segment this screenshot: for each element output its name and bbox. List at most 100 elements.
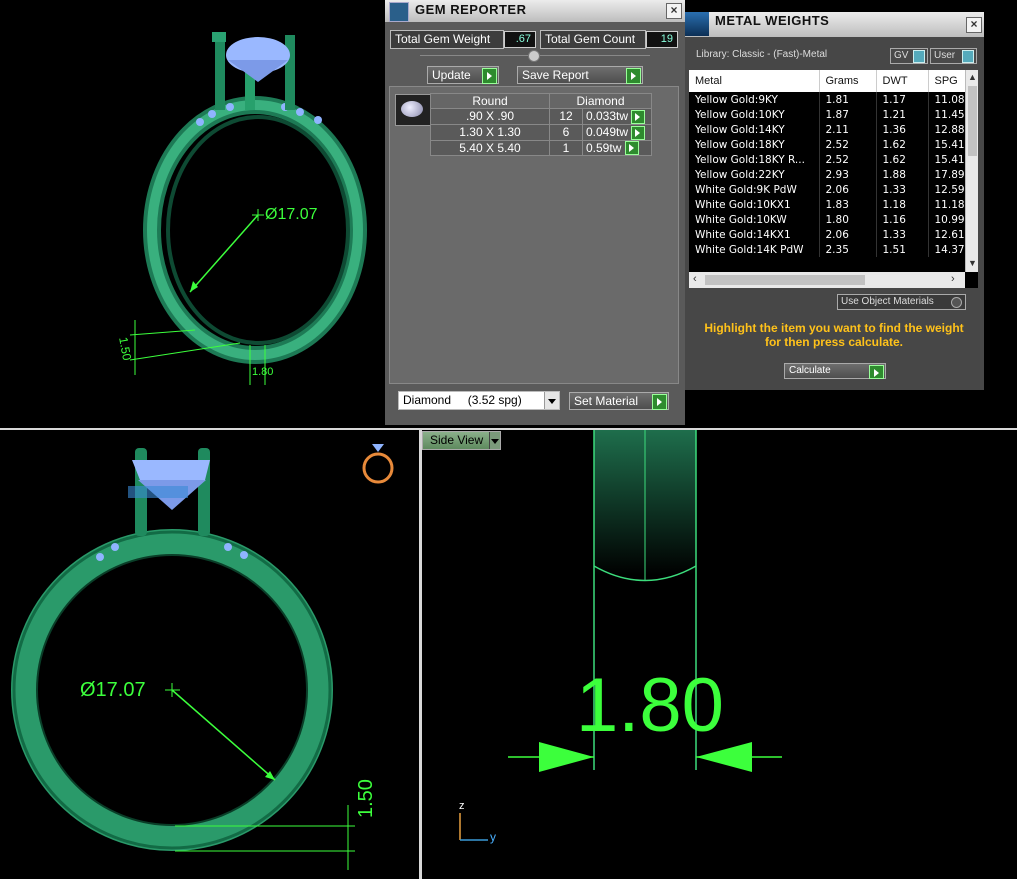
dwt-value: 1.62 [876,152,929,167]
grams-value: 2.06 [819,182,877,197]
grams-value: 1.87 [819,107,877,122]
spg-value: 17.89 [928,167,966,182]
select-gems-icon[interactable] [624,141,639,156]
user-toggle-label: User [934,50,956,61]
metal-name: White Gold:14K PdW [689,242,820,257]
metal-row[interactable]: White Gold:9K PdW 2.06 1.33 12.59 [689,182,966,197]
gem-weight: 0.033tw [582,108,652,125]
gem-table-header: Round Diamond [430,93,652,109]
grams-value: 2.35 [819,242,877,257]
gem-reporter-close-button[interactable]: × [666,3,682,19]
user-toggle[interactable]: User [930,48,977,64]
chevron-down-icon[interactable] [544,392,559,409]
use-object-materials-label: Use Object Materials [841,296,934,307]
material-select[interactable]: Diamond (3.52 spg) [398,391,560,410]
dwt-value: 1.33 [876,182,929,197]
scrollbar-thumb[interactable] [705,275,865,285]
metal-weights-titlebar[interactable]: METAL WEIGHTS × [685,12,984,37]
gv-toggle[interactable]: GV [890,48,928,64]
metal-name: White Gold:10KX1 [689,197,820,212]
gem-weight-value: 0.049tw [586,124,629,139]
gv-toggle-label: GV [894,50,909,61]
gem-reporter-title: GEM REPORTER [415,2,527,17]
spg-value: 15.41 [928,137,966,152]
calculate-hint: Highlight the item you want to find the … [704,321,964,349]
metal-row[interactable]: Yellow Gold:22KY 2.93 1.88 17.89 [689,167,966,182]
metal-vertical-scrollbar[interactable]: ▲ ▼ [965,70,978,272]
metal-table: Metal Grams DWT SPG Yellow Gold:9KY 1.81 1… [689,70,966,257]
gem-row[interactable]: 5.40 X 5.40 1 0.59tw [430,139,652,157]
grams-value: 2.93 [819,167,877,182]
metal-column-header[interactable]: Metal [689,70,820,92]
metal-row[interactable]: Yellow Gold:9KY 1.81 1.17 11.08 [689,92,966,107]
total-gem-count-value: 19 [646,31,678,48]
metal-list-frame: Metal Grams DWT SPG Yellow Gold:9KY 1.81 1… [689,70,978,288]
metal-name: White Gold:14KX1 [689,227,820,242]
metal-row[interactable]: Yellow Gold:14KY 2.11 1.36 12.88 [689,122,966,137]
front-viewport[interactable]: Ø17.07 1.50 [0,430,419,879]
use-object-materials-toggle[interactable]: Use Object Materials [837,294,966,310]
metal-row[interactable]: White Gold:14K PdW 2.35 1.51 14.37 [689,242,966,257]
shape-header: Round [430,93,550,109]
calculate-button[interactable]: Calculate [784,363,886,379]
gem-reporter-app-icon [389,2,409,22]
spg-value: 11.18 [928,197,966,212]
diamond-shape-icon[interactable] [395,94,431,126]
chevron-down-icon[interactable] [489,432,500,449]
side-profile-drawing [459,430,782,841]
total-gem-weight-label: Total Gem Weight [390,30,504,49]
update-button[interactable]: Update [427,66,499,84]
side-viewport[interactable]: Side View 1.80 z y [422,430,1017,879]
gem-count: 6 [549,123,583,141]
metal-row[interactable]: White Gold:10KX1 1.83 1.18 11.18 [689,197,966,212]
gem-count: 12 [549,108,583,125]
metal-name: Yellow Gold:9KY [689,92,820,107]
dwt-value: 1.51 [876,242,929,257]
grams-value: 2.52 [819,137,877,152]
spg-value: 10.99 [928,212,966,227]
gem-size: 1.30 X 1.30 [430,123,550,141]
select-gems-icon[interactable] [631,125,646,140]
metal-row[interactable]: White Gold:14KX1 2.06 1.33 12.61 [689,227,966,242]
scrollbar-thumb[interactable] [968,86,977,156]
select-gems-icon[interactable] [631,109,646,124]
save-report-button[interactable]: Save Report [517,66,643,84]
dwt-column-header[interactable]: DWT [876,70,929,92]
metal-horizontal-scrollbar[interactable]: ‹ › [689,272,965,288]
grams-column-header[interactable]: Grams [819,70,877,92]
spg-value: 12.59 [928,182,966,197]
perspective-viewport[interactable]: Ø17.07 1.50 1.80 [0,0,385,428]
metal-row[interactable]: Yellow Gold:10KY 1.87 1.21 11.45 [689,107,966,122]
gem-weight: 0.049tw [582,123,652,141]
metal-name: Yellow Gold:22KY [689,167,820,182]
toggle-knob-icon [913,50,925,63]
metal-row[interactable]: Yellow Gold:18KY 2.52 1.62 15.41 [689,137,966,152]
play-icon [652,394,667,410]
metal-row[interactable]: White Gold:10KW 1.80 1.16 10.99 [689,212,966,227]
spg-value: 12.61 [928,227,966,242]
dwt-value: 1.16 [876,212,929,227]
set-material-button[interactable]: Set Material [569,392,669,410]
metal-weights-close-button[interactable]: × [966,17,982,33]
metal-name: Yellow Gold:14KY [689,122,820,137]
dwt-value: 1.33 [876,227,929,242]
spg-column-header[interactable]: SPG [928,70,966,92]
gem-table: Round Diamond .90 X .90 12 0.033tw 1.30 … [430,93,652,157]
splitter-knob-icon[interactable] [528,50,540,62]
front-diameter-label: Ø17.07 [80,679,146,701]
library-label: Library: Classic - (Fast)-Metal [696,49,828,60]
gem-reporter-titlebar[interactable]: GEM REPORTER × [385,0,685,22]
metal-row[interactable]: Yellow Gold:18KY R... 2.52 1.62 15.41 [689,152,966,167]
play-icon [482,68,497,84]
side-thickness-label: 1.80 [576,663,724,748]
side-view-dropdown[interactable]: Side View [422,431,501,450]
dwt-value: 1.88 [876,167,929,182]
total-gem-weight-value: .67 [504,31,536,48]
dwt-value: 1.18 [876,197,929,212]
grams-value: 2.52 [819,152,877,167]
dwt-value: 1.17 [876,92,929,107]
axis-z-label: z [459,800,465,812]
metal-weights-panel: METAL WEIGHTS × Library: Classic - (Fast… [685,12,984,390]
gem-row[interactable]: .90 X .90 12 0.033tw [430,108,652,125]
gem-row[interactable]: 1.30 X 1.30 6 0.049tw [430,123,652,141]
